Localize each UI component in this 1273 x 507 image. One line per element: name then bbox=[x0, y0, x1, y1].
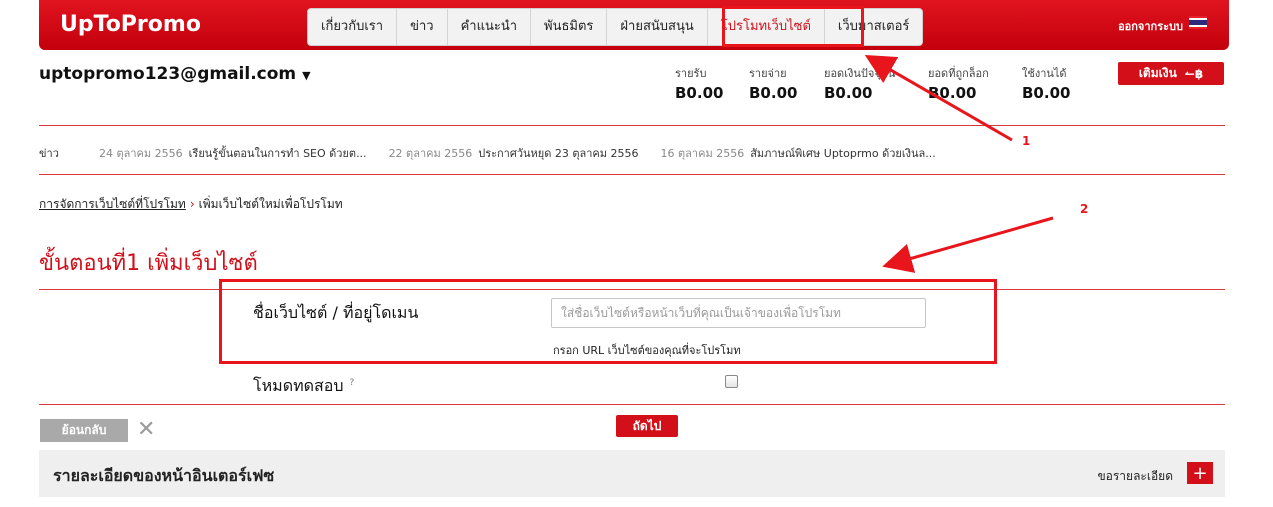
news-item[interactable]: 22 ตุลาคม 2556 ประกาศวันหยุด 23 ตุลาคม 25… bbox=[389, 144, 639, 162]
stat-locked: ยอดที่ถูกล็อก B0.00 bbox=[928, 64, 989, 102]
nav-partners[interactable]: พันธมิตร bbox=[531, 9, 608, 45]
top-header: UpToPromo เกี่ยวกับเรา ข่าว คำแนะนำ พันธ… bbox=[39, 0, 1229, 50]
news-date: 24 ตุลาคม 2556 bbox=[99, 147, 183, 160]
nav-about[interactable]: เกี่ยวกับเรา bbox=[308, 9, 398, 45]
annotation-label-1: 1 bbox=[1022, 134, 1031, 148]
page-title: ขั้นตอนที่1 เพิ่มเว็บไซต์ bbox=[39, 251, 258, 276]
account-email[interactable]: uptopromo123@gmail.com ▼ bbox=[39, 64, 311, 84]
divider bbox=[39, 125, 1225, 126]
stat-label: ยอดเงินปัจจุบัน bbox=[824, 67, 896, 80]
back-button[interactable]: ย้อนกลับ bbox=[40, 419, 128, 442]
annotation-label-2: 2 bbox=[1080, 202, 1089, 216]
help-icon[interactable]: ? bbox=[350, 378, 355, 388]
details-title: รายละเอียดของหน้าอินเตอร์เฟซ bbox=[53, 466, 275, 485]
interface-details-panel: รายละเอียดของหน้าอินเตอร์เฟซ ขอรายละเอีย… bbox=[39, 450, 1225, 497]
news-text: สัมภาษณ์พิเศษ Uptoprmo ด้วยเงินล... bbox=[750, 147, 936, 160]
stat-value: B0.00 bbox=[824, 84, 873, 102]
news-label: ข่าว bbox=[39, 147, 59, 160]
news-ticker: ข่าว 24 ตุลาคม 2556 เรียนรู้ขั้นตอนในการท… bbox=[39, 144, 958, 162]
request-details-link[interactable]: ขอรายละเอียด bbox=[1097, 467, 1173, 486]
thai-flag-icon[interactable] bbox=[1189, 16, 1207, 29]
stat-income: รายรับ B0.00 bbox=[675, 64, 723, 102]
chevron-down-icon[interactable]: ▼ bbox=[302, 69, 310, 82]
breadcrumb-current: เพิ่มเว็บไซต์ใหม่เพื่อโปรโมท bbox=[198, 197, 343, 211]
arrow-2 bbox=[882, 216, 1054, 273]
baht-arrow-icon: ↼฿ bbox=[1184, 66, 1204, 81]
test-mode-label: โหมดทดสอบ bbox=[253, 376, 344, 395]
breadcrumb-link-managed-sites[interactable]: การจัดการเว็บไซต์ที่โปรโมท bbox=[39, 197, 186, 211]
nav-advice[interactable]: คำแนะนำ bbox=[448, 9, 532, 45]
news-date: 16 ตุลาคม 2556 bbox=[660, 147, 745, 160]
stat-value: B0.00 bbox=[675, 84, 724, 102]
close-icon[interactable]: ✕ bbox=[137, 418, 155, 442]
topup-label: เติมเงิน bbox=[1138, 66, 1177, 80]
news-text: เรียนรู้ขั้นตอนในการทำ SEO ด้วยต... bbox=[188, 147, 367, 160]
logout-link[interactable]: ออกจากระบบ bbox=[1118, 17, 1183, 35]
test-mode-row: โหมดทดสอบ? bbox=[253, 374, 354, 399]
expand-plus-icon[interactable]: + bbox=[1187, 462, 1213, 484]
stat-label: ยอดที่ถูกล็อก bbox=[928, 67, 989, 80]
stat-label: รายรับ bbox=[675, 67, 707, 80]
stat-available: ใช้งานได้ B0.00 bbox=[1022, 64, 1070, 102]
news-text: ประกาศวันหยุด 23 ตุลาคม 2556 bbox=[478, 147, 639, 160]
news-date: 22 ตุลาคม 2556 bbox=[388, 147, 473, 160]
stat-label: รายจ่าย bbox=[749, 67, 787, 80]
uptopromo-logo[interactable]: UpToPromo bbox=[60, 12, 201, 37]
nav-news[interactable]: ข่าว bbox=[397, 9, 448, 45]
breadcrumb: การจัดการเว็บไซต์ที่โปรโมท › เพิ่มเว็บไซต์… bbox=[39, 195, 343, 214]
annotation-box-form bbox=[219, 279, 997, 364]
nav-support[interactable]: ฝ่ายสนับสนุน bbox=[607, 9, 708, 45]
stat-balance: ยอดเงินปัจจุบัน B0.00 bbox=[824, 64, 895, 102]
divider bbox=[39, 404, 1225, 405]
stat-label: ใช้งานได้ bbox=[1022, 67, 1067, 80]
stat-value: B0.00 bbox=[749, 84, 798, 102]
next-button[interactable]: ถัดไป bbox=[616, 415, 678, 437]
stat-value: B0.00 bbox=[1022, 84, 1071, 102]
topup-button[interactable]: เติมเงิน ↼฿ bbox=[1118, 62, 1224, 85]
annotation-box-nav bbox=[722, 6, 864, 47]
stat-value: B0.00 bbox=[928, 84, 977, 102]
stat-expense: รายจ่าย B0.00 bbox=[749, 64, 797, 102]
email-text: uptopromo123@gmail.com bbox=[39, 64, 297, 84]
test-mode-checkbox[interactable] bbox=[725, 375, 738, 388]
divider bbox=[39, 174, 1225, 175]
news-item[interactable]: 16 ตุลาคม 2556 สัมภาษณ์พิเศษ Uptoprmo ด้ว… bbox=[661, 144, 936, 162]
news-item[interactable]: 24 ตุลาคม 2556 เรียนรู้ขั้นตอนในการทำ SEO… bbox=[99, 144, 367, 162]
breadcrumb-separator: › bbox=[189, 197, 195, 211]
